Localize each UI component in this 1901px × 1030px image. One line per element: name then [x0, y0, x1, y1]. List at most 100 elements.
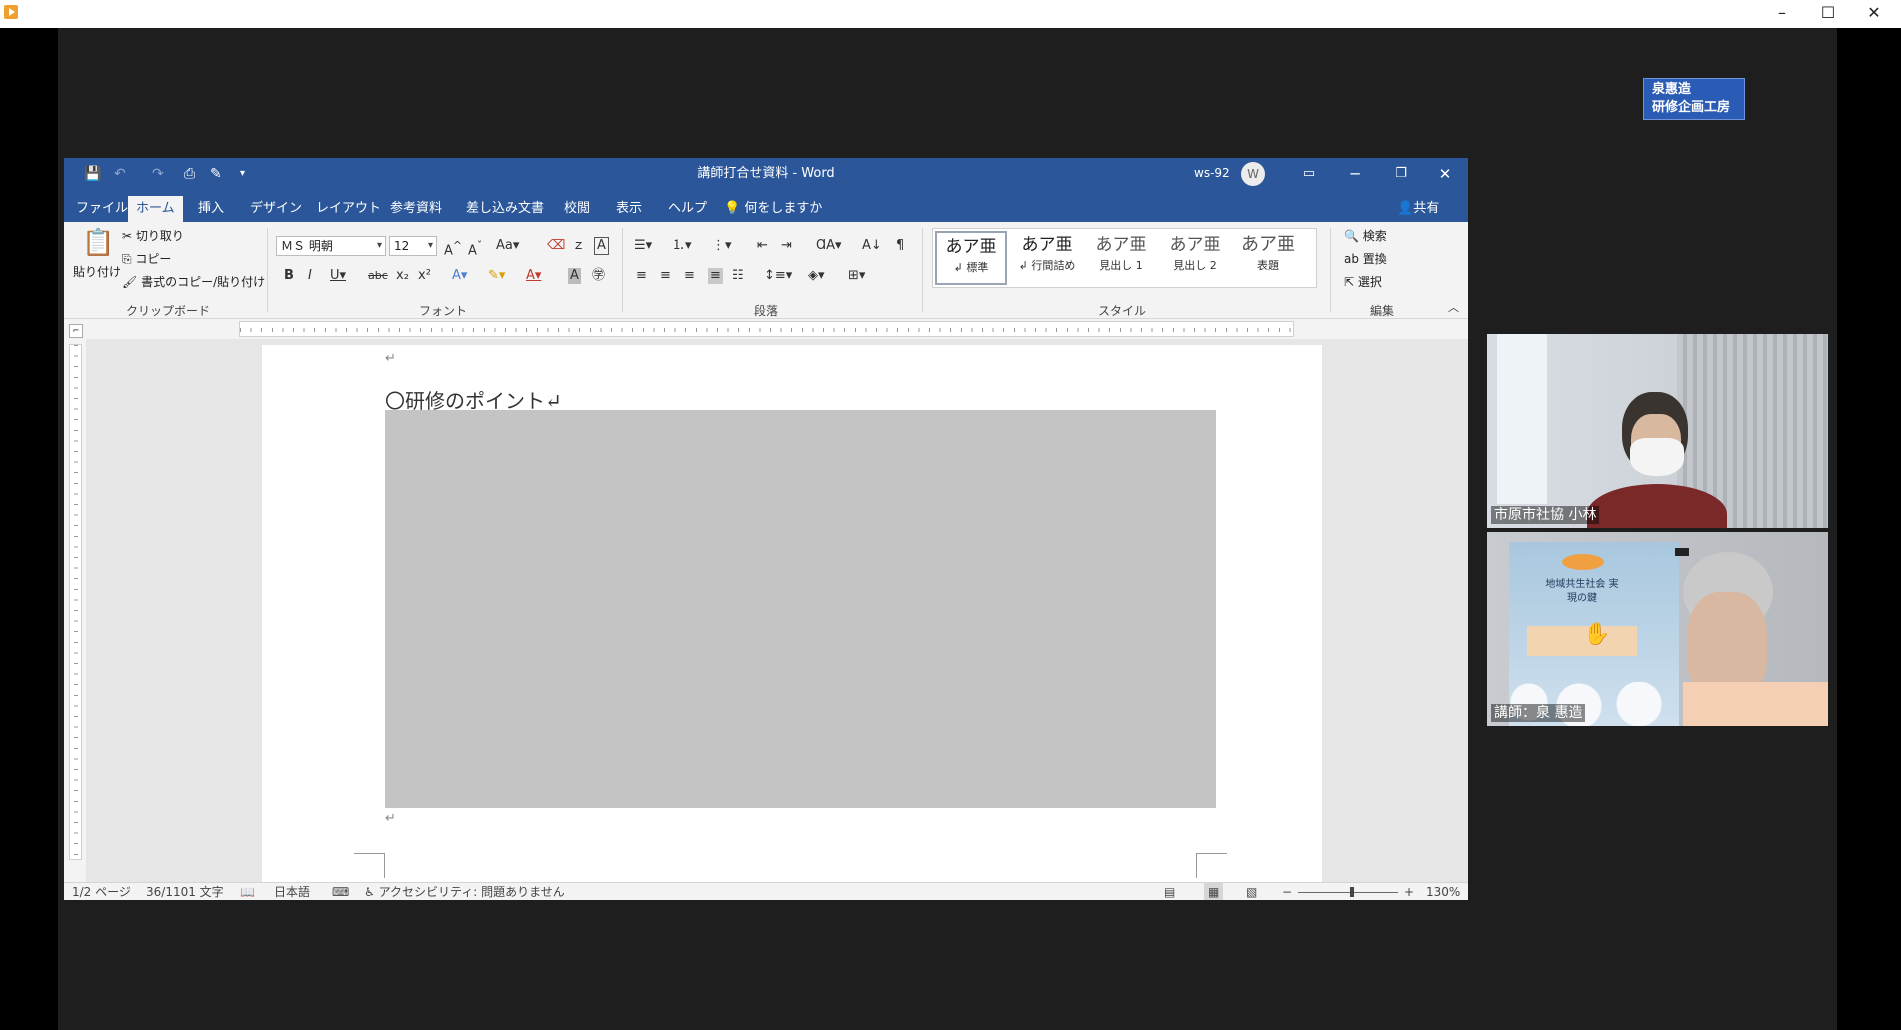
zoom-slider-thumb[interactable]	[1350, 887, 1354, 897]
share-button[interactable]: 👤共有	[1397, 196, 1439, 222]
zoom-slider[interactable]	[1298, 892, 1398, 893]
phonetic-guide-icon[interactable]: ｚ	[572, 238, 585, 254]
cut-button[interactable]: ✂ 切り取り	[122, 228, 184, 244]
participant-video-2[interactable]: 地域共生社会 実現の鍵 ✋ 講師：泉 惠造	[1487, 532, 1828, 726]
align-right-icon[interactable]: ≡	[684, 268, 695, 284]
bullets-icon[interactable]: ☰▾	[634, 238, 652, 254]
grow-font-icon[interactable]: A^	[444, 238, 462, 259]
quick-print-icon[interactable]: ✎	[210, 164, 222, 184]
word-close-icon[interactable]: ✕	[1422, 158, 1468, 190]
char-border-icon[interactable]: A	[594, 237, 609, 255]
font-size-combo[interactable]: 12	[389, 236, 437, 256]
collapse-ribbon-icon[interactable]: ︿	[1448, 300, 1459, 316]
decrease-indent-icon[interactable]: ⇤	[757, 238, 768, 254]
text-effects-icon[interactable]: A▾	[452, 268, 467, 284]
read-mode-icon[interactable]: ▤	[1164, 883, 1175, 900]
language-indicator[interactable]: 日本語	[274, 883, 310, 900]
vertical-ruler[interactable]	[69, 344, 82, 861]
web-layout-icon[interactable]: ▧	[1246, 883, 1257, 900]
align-center-icon[interactable]: ≡	[660, 268, 671, 284]
save-icon[interactable]: 💾	[84, 164, 101, 184]
ribbon-display-icon[interactable]: ▭	[1286, 158, 1332, 190]
underline-icon[interactable]: U▾	[330, 268, 346, 284]
shading-icon[interactable]: ◈▾	[808, 268, 825, 284]
justify-icon[interactable]: ≡	[708, 268, 723, 284]
find-button[interactable]: 🔍 検索	[1344, 228, 1387, 244]
strikethrough-icon[interactable]: abc	[368, 268, 388, 284]
multilevel-list-icon[interactable]: ⋮▾	[712, 238, 732, 254]
zoom-out-icon[interactable]: −	[1282, 883, 1292, 900]
select-button[interactable]: ⇱ 選択	[1344, 274, 1382, 290]
numbering-icon[interactable]: ⒈▾	[672, 238, 692, 254]
minimize-button[interactable]: –	[1759, 0, 1805, 28]
zoom-in-icon[interactable]: +	[1404, 883, 1414, 900]
word-minimize-icon[interactable]: ─	[1332, 158, 1378, 190]
page-count[interactable]: 1/2 ページ	[72, 883, 131, 900]
font-group-label: フォント	[419, 304, 468, 318]
replace-button[interactable]: ab 置換	[1344, 251, 1387, 267]
change-case-icon[interactable]: Aa▾	[496, 238, 519, 254]
page[interactable]: ↵ 〇研修のポイント↵ ↵	[262, 345, 1322, 882]
horizontal-ruler[interactable]	[239, 321, 1295, 337]
tab-mailings[interactable]: 差し込み文書	[458, 196, 552, 222]
distributed-icon[interactable]: ☷	[732, 268, 744, 284]
subscript-icon[interactable]: x₂	[396, 268, 409, 284]
print-preview-icon[interactable]: ⎙	[184, 164, 195, 184]
window-background	[1497, 334, 1547, 504]
style-no-spacing[interactable]: あア亜 ↲ 行間詰め	[1011, 231, 1083, 285]
style-heading1[interactable]: あア亜 見出し 1	[1085, 231, 1157, 285]
tab-selector[interactable]: ⌐	[69, 324, 83, 338]
word-count[interactable]: 36/1101 文字	[146, 883, 224, 900]
share-label: 共有	[1413, 201, 1440, 216]
copy-button[interactable]: ⎘ コピー	[122, 251, 171, 267]
paste-icon[interactable]: 📋	[82, 228, 114, 258]
input-mode-icon[interactable]: ⌨	[332, 883, 349, 900]
maximize-button[interactable]: ☐	[1805, 0, 1851, 28]
customize-qat-icon[interactable]: ▾	[240, 164, 245, 184]
font-name-combo[interactable]: ＭＳ 明朝	[276, 236, 386, 256]
participant-video-1[interactable]: 市原市社協 小林	[1487, 334, 1828, 528]
format-painter-button[interactable]: 🖌 書式のコピー/貼り付け	[122, 274, 265, 290]
align-left-icon[interactable]: ≡	[636, 268, 647, 284]
asian-layout-icon[interactable]: ⱭA▾	[816, 238, 842, 254]
sort-icon[interactable]: A↓	[862, 238, 882, 254]
paste-button[interactable]: 貼り付け	[73, 264, 121, 280]
word-restore-icon[interactable]: ❐	[1378, 158, 1424, 190]
show-marks-icon[interactable]: ¶	[896, 238, 904, 254]
tab-insert[interactable]: 挿入	[190, 196, 232, 222]
tab-help[interactable]: ヘルプ	[660, 196, 715, 222]
tab-file[interactable]: ファイル	[68, 196, 136, 222]
tab-review[interactable]: 校閲	[556, 196, 598, 222]
print-layout-icon[interactable]: ▦	[1204, 883, 1224, 900]
tab-references[interactable]: 参考資料	[382, 196, 450, 222]
proofing-icon[interactable]: 📖	[240, 883, 255, 900]
close-button[interactable]: ✕	[1851, 0, 1897, 28]
style-title[interactable]: あア亜 表題	[1231, 231, 1305, 285]
style-normal[interactable]: あア亜 ↲ 標準	[935, 231, 1007, 285]
style-heading2[interactable]: あア亜 見出し 2	[1159, 231, 1231, 285]
shrink-font-icon[interactable]: Aˇ	[468, 238, 482, 259]
avatar[interactable]: W	[1241, 162, 1265, 186]
clear-format-icon[interactable]: ⌫	[547, 238, 565, 254]
line-spacing-icon[interactable]: ↕≡▾	[764, 268, 792, 284]
group-divider	[922, 228, 923, 312]
tab-home[interactable]: ホーム	[128, 196, 183, 222]
bold-icon[interactable]: B	[284, 268, 294, 284]
tab-view[interactable]: 表示	[608, 196, 650, 222]
borders-icon[interactable]: ⊞▾	[848, 268, 865, 284]
accessibility-status[interactable]: ♿ アクセシビリティ: 問題ありません	[364, 883, 565, 900]
redo-icon[interactable]: ↷	[152, 164, 164, 184]
tell-me-box[interactable]: 💡 何をしますか	[724, 196, 822, 222]
tab-layout[interactable]: レイアウト	[308, 196, 389, 222]
increase-indent-icon[interactable]: ⇥	[781, 238, 792, 254]
zoom-level[interactable]: 130%	[1426, 883, 1460, 900]
embedded-image-placeholder[interactable]	[385, 410, 1216, 808]
font-color-icon[interactable]: A▾	[526, 268, 541, 284]
italic-icon[interactable]: I	[308, 268, 312, 284]
highlight-icon[interactable]: ✎▾	[488, 268, 505, 284]
undo-icon[interactable]: ↶	[114, 164, 126, 184]
superscript-icon[interactable]: x²	[418, 268, 431, 284]
enclose-char-icon[interactable]: ㊫	[592, 268, 605, 284]
char-shading-icon[interactable]: A	[568, 268, 581, 284]
tab-design[interactable]: デザイン	[242, 196, 310, 222]
